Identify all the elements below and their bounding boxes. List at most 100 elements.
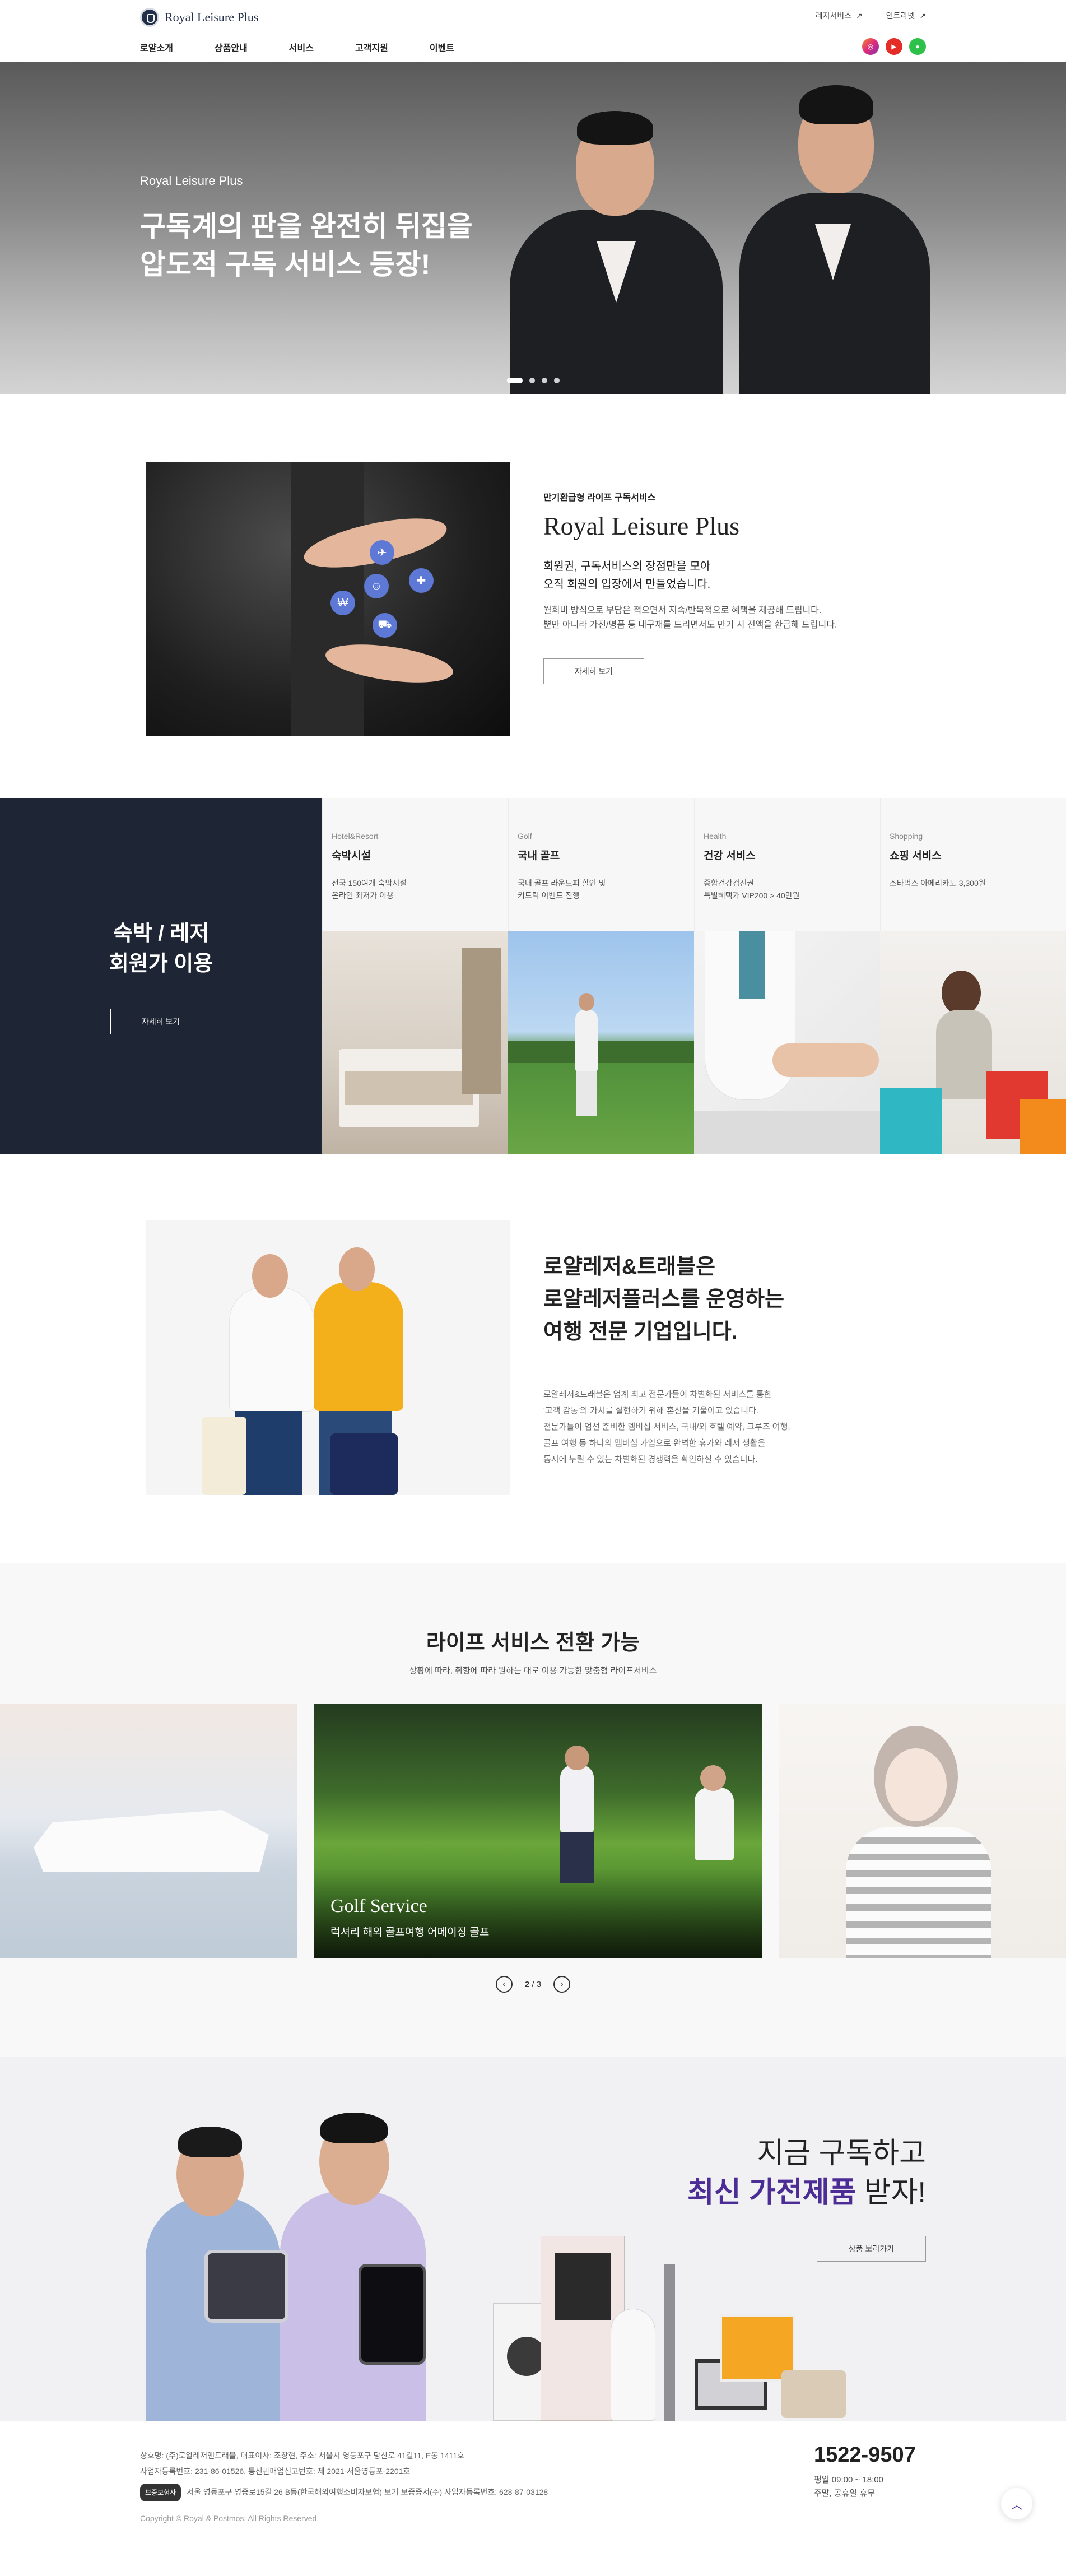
service-card-info: Health 건강 서비스 종합건강검진권 특별혜택가 VIP200 > 40만…	[694, 798, 880, 931]
hotel-room-image	[322, 931, 508, 1154]
nav-row: 로얄소개 상품안내 서비스 고객지원 이벤트 ◎ ▶ ●	[0, 33, 1066, 62]
slide-cruise[interactable]	[0, 1704, 297, 1958]
external-arrow-icon: ↗	[856, 11, 863, 20]
line-icon[interactable]: ●	[909, 38, 926, 55]
intro-lead: 회원권, 구독서비스의 장점만을 모아 오직 회원의 입장에서 만들었습니다.	[543, 558, 837, 593]
util-link-leisure[interactable]: 레저서비스 ↗	[816, 10, 863, 21]
logo[interactable]: Royal Leisure Plus	[140, 8, 258, 27]
hero-banner: Royal Leisure Plus 구독계의 판을 완전히 뒤집을 압도적 구…	[0, 62, 1066, 394]
intro-lead-line: 오직 회원의 입장에서 만들었습니다.	[543, 578, 711, 591]
service-name: 숙박시설	[332, 850, 371, 862]
hero-title-line: 압도적 구독 서비스 등장!	[140, 249, 431, 280]
slide-lifestyle[interactable]	[779, 1704, 1066, 1958]
nav-item-about[interactable]: 로얄소개	[140, 40, 173, 54]
hero-dot[interactable]	[554, 378, 560, 383]
site-footer: 상호명: (주)로얄레저앤트래블, 대표이사: 조창현, 주소: 서울시 영등포…	[0, 2421, 1066, 2564]
hero-person-image	[737, 62, 930, 394]
about-title-line: 로얄레저&트래블은	[543, 1255, 716, 1279]
service-name: 쇼핑 서비스	[890, 850, 942, 862]
customer-phone[interactable]: 1522-9507	[814, 2443, 926, 2467]
external-arrow-icon: ↗	[919, 11, 926, 20]
services-more-button[interactable]: 자세히 보기	[110, 1009, 211, 1034]
instagram-icon[interactable]: ◎	[862, 38, 879, 55]
cta-headline-line2: 최신 가전제품 받자!	[687, 2169, 926, 2211]
intro-kicker: 만기환급형 라이프 구독서비스	[543, 493, 656, 503]
nav-item-events[interactable]: 이벤트	[430, 40, 454, 54]
utility-links: 레저서비스 ↗ 인트라넷 ↗	[816, 10, 926, 21]
about-body-line: 전문가들이 엄선 준비한 멤버십 서비스, 국내/외 호텔 예약, 크루즈 여행…	[543, 1422, 790, 1432]
services-section: 숙박 / 레저 회원가 이용 자세히 보기 Hotel&Resort 숙박시설 …	[0, 798, 1066, 1154]
about-title-line: 여행 전문 기업입니다.	[543, 1320, 738, 1344]
intro-text: 만기환급형 라이프 구독서비스 Royal Leisure Plus 회원권, …	[543, 490, 837, 684]
about-body-line: 동시에 누릴 수 있는 차별화된 경쟁력을 확인하실 수 있습니다.	[543, 1455, 758, 1464]
pager-separator: /	[532, 1979, 534, 1989]
travelers-image	[146, 1220, 510, 1495]
service-category: Health	[704, 832, 727, 841]
service-card-hotel[interactable]: Hotel&Resort 숙박시설 전국 150여개 숙박시설 온라인 최저가 …	[322, 798, 508, 1154]
service-card-shopping[interactable]: Shopping 쇼핑 서비스 스타벅스 아메리카노 3,300원	[880, 798, 1066, 1154]
slider-pager: ‹ 2 / 3 ›	[0, 1976, 1066, 1993]
car-icon: ⛟	[373, 613, 397, 638]
service-detail: 국내 골프 라운드피 할인 및 키트릭 이벤트 진행	[518, 879, 606, 900]
intro-desc-line: 뿐만 아니라 가전/명품 등 내구재를 드리면서도 만기 시 전액을 환급해 드…	[543, 620, 837, 630]
service-detail: 종합건강검진권 특별혜택가 VIP200 > 40만원	[704, 879, 800, 900]
cta-headline-line1: 지금 구독하고	[757, 2137, 927, 2170]
top-bar: Royal Leisure Plus 레저서비스 ↗ 인트라넷 ↗	[0, 0, 1066, 33]
slide-caption: Golf Service 럭셔리 해외 골프여행 어메이징 골프	[330, 1896, 489, 1939]
service-card-golf[interactable]: Golf 국내 골프 국내 골프 라운드피 할인 및 키트릭 이벤트 진행	[508, 798, 694, 1154]
shopping-bags-image	[880, 931, 1066, 1154]
service-card-health[interactable]: Health 건강 서비스 종합건강검진권 특별혜택가 VIP200 > 40만…	[694, 798, 880, 1154]
company-info-line: 사업자등록번호: 231-86-01526, 통신판매업신고번호: 제 2021…	[140, 2467, 411, 2476]
hero-pagination	[507, 378, 560, 383]
family-icon: ☺	[364, 574, 389, 598]
youtube-icon[interactable]: ▶	[886, 38, 902, 55]
view-products-button[interactable]: 상품 보러가기	[817, 2236, 926, 2262]
hero-dot[interactable]	[542, 378, 547, 383]
pager-total: 3	[536, 1979, 542, 1989]
hero-title-line: 구독계의 판을 완전히 뒤집을	[140, 211, 473, 242]
services-title: 숙박 / 레저 회원가 이용	[0, 918, 322, 979]
doctor-consultation-image	[694, 931, 880, 1154]
guarantee-info: 보증보험사 서울 영등포구 영중로15길 26 B동(한국해외여행소비자보험) 보…	[140, 2484, 548, 2501]
pager-current: 2	[524, 1979, 530, 1989]
prev-arrow-icon[interactable]: ‹	[495, 1976, 513, 1993]
hero-person-image	[504, 62, 728, 394]
site-header: Royal Leisure Plus 레저서비스 ↗ 인트라넷 ↗ 로얄소개 상품안…	[0, 0, 1066, 62]
hours-line: 평일 09:00 ~ 18:00	[814, 2475, 883, 2485]
intro-lead-line: 회원권, 구독서비스의 장점만을 모아	[543, 560, 711, 573]
main-nav: 로얄소개 상품안내 서비스 고객지원 이벤트	[140, 40, 454, 54]
services-intro-panel: 숙박 / 레저 회원가 이용 자세히 보기	[0, 798, 322, 1154]
life-title: 라이프 서비스 전환 가능	[426, 1631, 640, 1655]
intro-more-button[interactable]: 자세히 보기	[543, 658, 644, 684]
life-subtitle: 상황에 따라, 취향에 따라 원하는 대로 이용 가능한 맞춤형 라이프서비스	[409, 1666, 657, 1675]
hero-dot[interactable]	[529, 378, 535, 383]
nav-item-support[interactable]: 고객지원	[355, 40, 388, 54]
util-link-intranet[interactable]: 인트라넷 ↗	[886, 10, 926, 21]
service-category: Golf	[518, 832, 532, 841]
company-info-line: 상호명: (주)로얄레저앤트래블, 대표이사: 조창현, 주소: 서울시 영등포…	[140, 2451, 465, 2460]
next-arrow-icon[interactable]: ›	[553, 1976, 571, 1993]
about-body: 로얄레저&트래블은 업계 최고 전문가들이 차별화된 서비스를 통한 '고객 감…	[543, 1386, 790, 1468]
service-detail: 스타벅스 아메리카노 3,300원	[890, 879, 986, 888]
about-text: 로얄레저&트래블은 로얄레저플러스를 운영하는 여행 전문 기업입니다. 로얄레…	[543, 1251, 790, 1468]
logo-crest-icon	[140, 8, 159, 27]
slide-golf-active[interactable]: Golf Service 럭셔리 해외 골프여행 어메이징 골프	[314, 1704, 762, 1958]
nav-item-products[interactable]: 상품안내	[215, 40, 248, 54]
nav-item-services[interactable]: 서비스	[289, 40, 314, 54]
scroll-top-button[interactable]: ︿	[1001, 2488, 1032, 2519]
service-card-info: Shopping 쇼핑 서비스 스타벅스 아메리카노 3,300원	[880, 798, 1066, 931]
util-link-label: 인트라넷	[886, 11, 915, 20]
life-service-section: 라이프 서비스 전환 가능 상황에 따라, 취향에 따라 원하는 대로 이용 가…	[0, 1563, 1066, 2057]
service-category: Hotel&Resort	[332, 832, 379, 841]
services-title-line: 회원가 이용	[109, 952, 213, 976]
hero-dot-active[interactable]	[507, 378, 523, 383]
hero-subtitle: Royal Leisure Plus	[140, 174, 243, 188]
medical-bag-icon: ✚	[409, 568, 434, 593]
about-title: 로얄레저&트래블은 로얄레저플러스를 운영하는 여행 전문 기업입니다.	[543, 1251, 790, 1348]
subscribe-cta-section: 지금 구독하고 최신 가전제품 받자! 상품 보러가기	[0, 2057, 1066, 2421]
service-name: 국내 골프	[518, 850, 560, 862]
company-info: 상호명: (주)로얄레저앤트래블, 대표이사: 조창현, 주소: 서울시 영등포…	[140, 2448, 548, 2526]
logo-text: Royal Leisure Plus	[165, 10, 259, 24]
about-body-line: 로얄레저&트래블은 업계 최고 전문가들이 차별화된 서비스를 통한	[543, 1390, 772, 1399]
cta-highlight: 최신 가전제품	[687, 2176, 856, 2209]
